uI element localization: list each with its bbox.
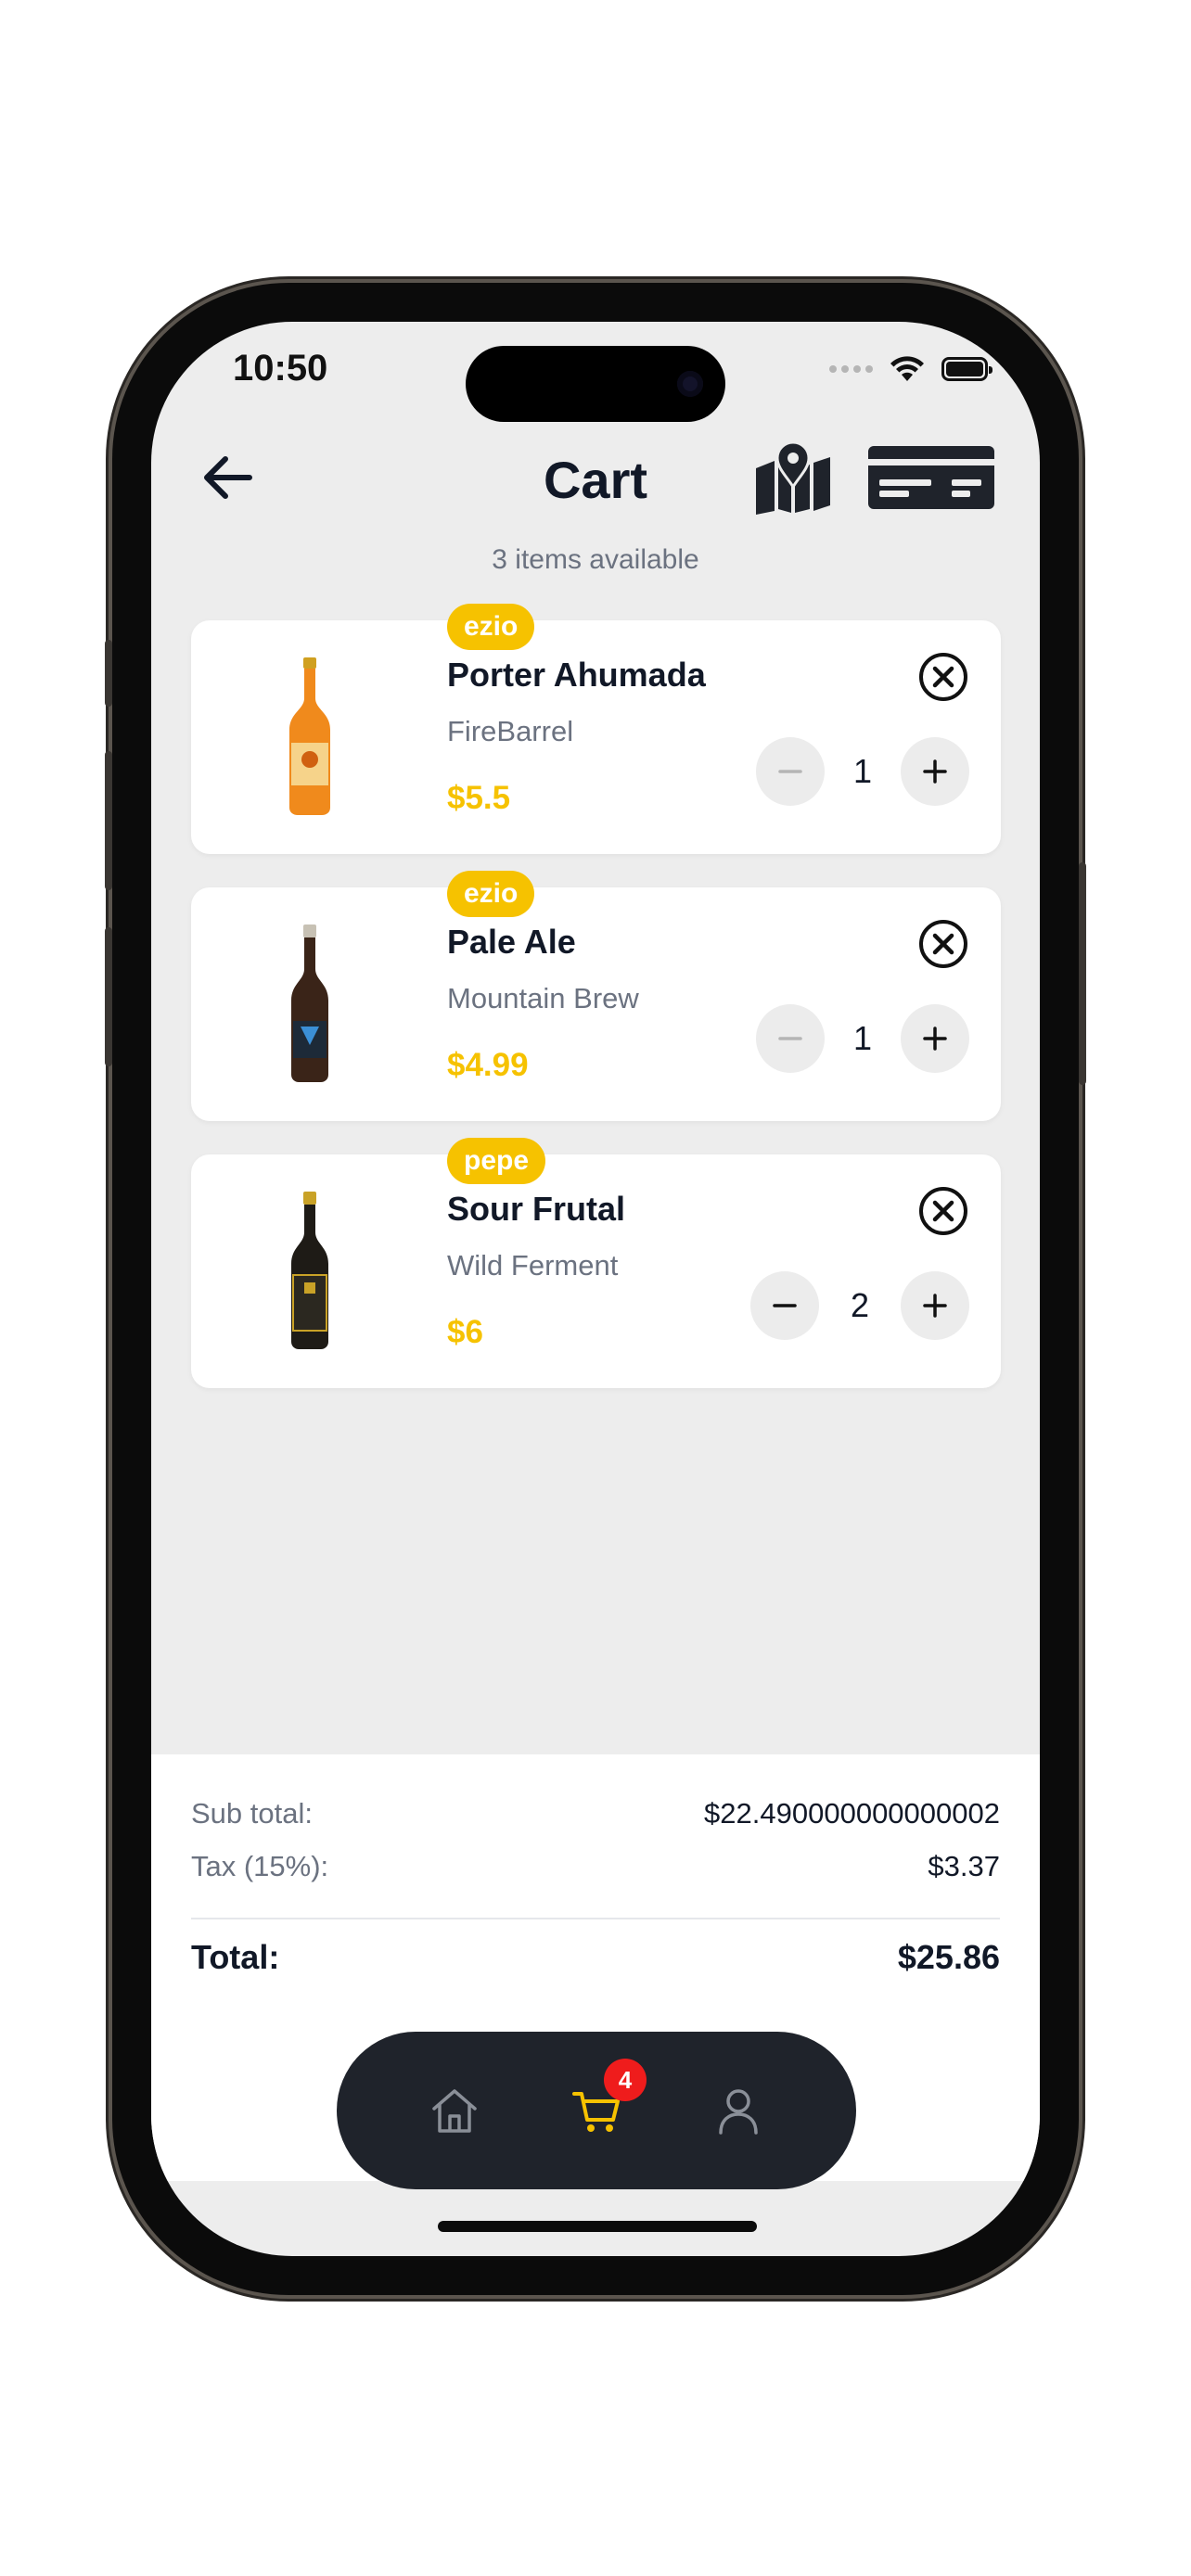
close-circle-icon — [919, 920, 967, 968]
map-button[interactable] — [754, 440, 832, 515]
home-indicator[interactable] — [438, 2221, 757, 2232]
quantity-stepper: 1 — [756, 737, 969, 806]
decrease-quantity-button[interactable] — [756, 1004, 825, 1073]
phone-power-button — [1079, 862, 1086, 1085]
tax-value: $3.37 — [928, 1850, 1000, 1882]
cart-item: pepe Sour Frutal Wild Ferment $6 2 — [191, 1138, 1001, 1388]
plus-icon — [923, 1027, 947, 1051]
minus-icon — [778, 1037, 802, 1040]
app-screen: 10:50 Cart 3 items available ezio Porter… — [151, 322, 1040, 2256]
item-brand: Wild Ferment — [447, 1249, 619, 1282]
beer-bottle-image — [289, 657, 330, 815]
header: Cart — [151, 431, 1040, 524]
tax-row: Tax (15%): $3.37 — [191, 1850, 1000, 1883]
battery-icon — [941, 357, 992, 381]
tab-profile[interactable] — [701, 2073, 775, 2148]
item-quantity: 1 — [852, 1019, 873, 1057]
phone-volume-down — [105, 927, 112, 1066]
signal-dots-icon — [829, 365, 873, 373]
summary-divider — [191, 1918, 1000, 1919]
subtotal-row: Sub total: $22.490000000000002 — [191, 1797, 1000, 1830]
item-brand: FireBarrel — [447, 715, 574, 747]
total-label: Total: — [191, 1938, 280, 1976]
status-icons — [829, 355, 992, 383]
item-seller-tag: ezio — [447, 871, 535, 917]
beer-bottle-image — [291, 925, 328, 1082]
cart-count-badge: 4 — [603, 2059, 647, 2101]
increase-quantity-button[interactable] — [901, 1004, 969, 1073]
minus-icon — [778, 770, 802, 773]
item-name: Porter Ahumada — [447, 656, 706, 694]
plus-icon — [923, 1294, 947, 1318]
item-name: Sour Frutal — [447, 1190, 626, 1228]
beer-bottle-image — [291, 1192, 328, 1349]
item-seller-tag: ezio — [447, 604, 535, 650]
credit-card-icon — [868, 446, 994, 509]
phone-volume-up — [105, 751, 112, 890]
total-value: $25.86 — [897, 1938, 1000, 1976]
minus-icon — [773, 1304, 797, 1307]
dynamic-island — [466, 346, 725, 422]
bottom-tab-bar: 4 — [337, 2032, 856, 2189]
wifi-icon — [890, 356, 924, 381]
phone-silent-switch — [105, 640, 112, 707]
item-price: $6 — [447, 1314, 483, 1350]
quantity-stepper: 2 — [750, 1271, 969, 1340]
user-icon — [719, 2089, 759, 2135]
decrease-quantity-button[interactable] — [750, 1271, 819, 1340]
tab-cart[interactable]: 4 — [559, 2059, 647, 2148]
payment-card-button[interactable] — [866, 444, 996, 511]
map-pin-icon — [756, 440, 830, 515]
item-name: Pale Ale — [447, 923, 576, 961]
item-seller-tag: pepe — [447, 1138, 546, 1184]
plus-icon — [923, 759, 947, 784]
tab-home[interactable] — [417, 2073, 492, 2148]
increase-quantity-button[interactable] — [901, 1271, 969, 1340]
quantity-stepper: 1 — [756, 1004, 969, 1073]
subtotal-value: $22.490000000000002 — [704, 1797, 1000, 1830]
item-quantity: 1 — [852, 752, 873, 790]
close-circle-icon — [919, 1187, 967, 1235]
remove-item-button[interactable] — [917, 1185, 969, 1237]
total-row: Total: $25.86 — [191, 1938, 1000, 1977]
camera-icon — [677, 371, 703, 397]
decrease-quantity-button[interactable] — [756, 737, 825, 806]
cart-item: ezio Porter Ahumada FireBarrel $5.5 1 — [191, 604, 1001, 854]
item-price: $5.5 — [447, 780, 511, 816]
item-price: $4.99 — [447, 1047, 529, 1083]
status-time: 10:50 — [233, 348, 328, 389]
item-quantity: 2 — [850, 1286, 870, 1324]
subtotal-label: Sub total: — [191, 1797, 313, 1830]
home-icon — [431, 2089, 477, 2133]
tax-label: Tax (15%): — [191, 1850, 329, 1882]
cart-item: ezio Pale Ale Mountain Brew $4.99 1 — [191, 871, 1001, 1121]
increase-quantity-button[interactable] — [901, 737, 969, 806]
items-count-subtitle: 3 items available — [492, 544, 699, 575]
item-brand: Mountain Brew — [447, 982, 639, 1014]
remove-item-button[interactable] — [917, 918, 969, 970]
close-circle-icon — [919, 653, 967, 701]
remove-item-button[interactable] — [917, 651, 969, 703]
